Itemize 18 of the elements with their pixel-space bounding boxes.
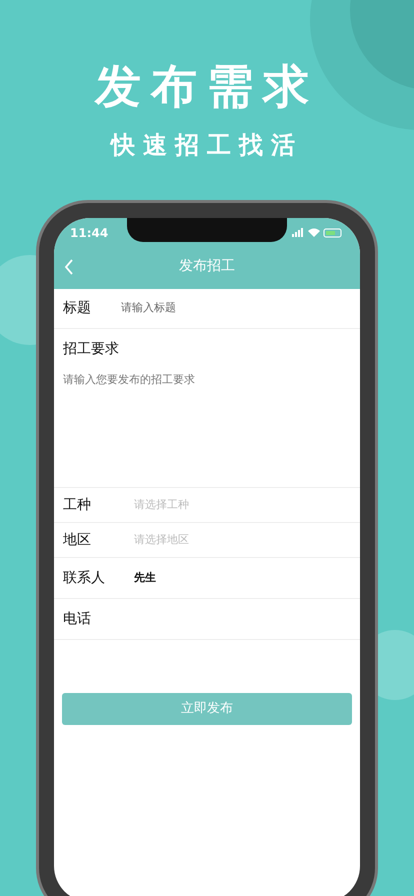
field-label: 招工要求 <box>63 340 120 359</box>
field-label: 工种 <box>63 496 92 514</box>
headline: 发布需求 <box>95 58 319 114</box>
input-field[interactable]: 先生 <box>134 570 351 586</box>
field-label: 联系人 <box>63 568 106 588</box>
field-label: 地区 <box>63 530 92 550</box>
subheadline: 快速招工找活 <box>111 130 303 160</box>
back-icon[interactable] <box>64 258 74 274</box>
status-time: 11:44 <box>70 225 108 242</box>
nav-title: 发布招工 <box>179 257 235 276</box>
status-icons-drawing <box>292 228 344 238</box>
field-label: 电话 <box>63 610 92 628</box>
submit-button[interactable]: 立即发布 <box>62 693 352 725</box>
select-field[interactable]: 请选择地区 <box>134 532 351 548</box>
input-field[interactable]: 请输入标题 <box>121 300 351 317</box>
field-label: 标题 <box>63 299 92 318</box>
requirement-field[interactable]: 请输入您要发布的招工要求 <box>63 372 351 472</box>
select-field[interactable]: 请选择工种 <box>134 496 351 514</box>
